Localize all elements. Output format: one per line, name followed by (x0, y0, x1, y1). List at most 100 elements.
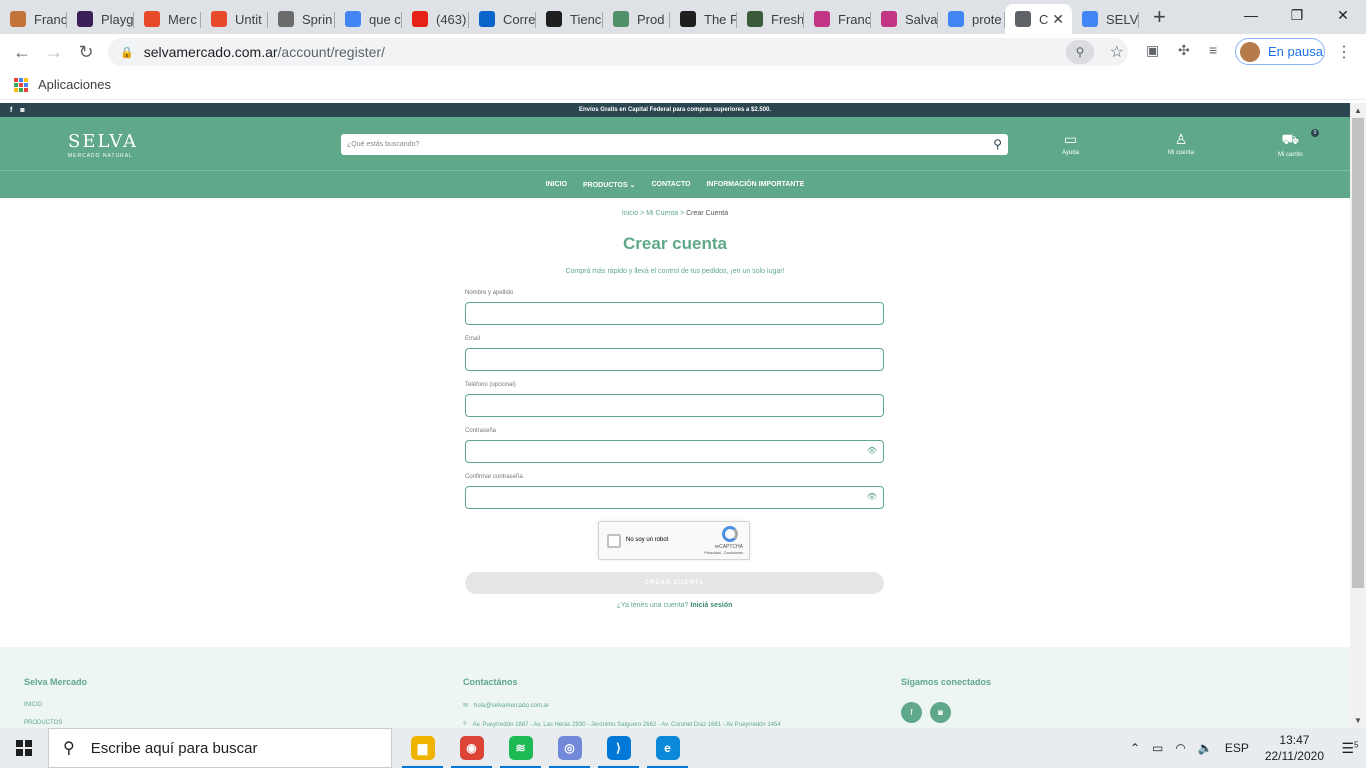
field-label: Contraseña (465, 428, 497, 434)
browser-tab[interactable]: Sprin (268, 4, 335, 34)
recaptcha-terms[interactable]: Privacidad - Condiciones (704, 551, 743, 555)
facebook-icon[interactable]: f (10, 107, 12, 114)
account-link[interactable]: ♙ Mi cuenta (1168, 131, 1194, 156)
tab-label: Salva (905, 11, 938, 27)
browser-tab[interactable]: Playg (67, 4, 134, 34)
scroll-up-icon[interactable]: ▲ (1354, 106, 1362, 115)
instagram-icon[interactable]: ◙ (20, 107, 24, 114)
close-tab-icon[interactable]: ✕ (1052, 11, 1064, 28)
promo-text: Envíos Gratis en Capital Federal para co… (578, 107, 772, 113)
profile-button[interactable]: En pausa (1235, 38, 1325, 65)
password-input[interactable]: 👁 (465, 440, 884, 463)
restore-icon[interactable]: ❐ (1274, 0, 1320, 30)
back-icon[interactable]: ← (6, 42, 38, 63)
cart-icon: ⛟ (1281, 131, 1300, 147)
media-queue-icon[interactable]: ≡ (1209, 42, 1217, 58)
browser-tab[interactable]: Salva (871, 4, 938, 34)
field-label: Confirmar contraseña (465, 474, 523, 480)
password-input[interactable]: 👁 (465, 486, 884, 509)
browser-tab[interactable]: Merc (134, 4, 201, 34)
battery-icon[interactable]: ▭ (1152, 741, 1163, 755)
footer-instagram-icon[interactable]: ◙ (930, 702, 951, 723)
footer-link-inicio[interactable]: INICIO (24, 702, 87, 708)
extension-icon[interactable]: ▣ (1146, 42, 1159, 59)
browser-tab[interactable]: C ✕ (1005, 4, 1072, 34)
breadcrumb-separator: > (640, 210, 645, 217)
start-button[interactable] (0, 728, 48, 768)
close-window-icon[interactable]: ✕ (1320, 0, 1366, 30)
nav-productos[interactable]: PRODUCTOS ⌄ (583, 181, 635, 189)
nav-inicio[interactable]: INICIO (546, 181, 567, 188)
recaptcha-checkbox[interactable] (607, 534, 621, 548)
taskbar-app[interactable]: ▆ (398, 728, 447, 768)
browser-tab[interactable]: Corre (469, 4, 536, 34)
browser-menu-icon[interactable]: ⋮ (1336, 42, 1352, 62)
browser-tab[interactable]: SELV (1072, 4, 1139, 34)
text-input[interactable] (465, 302, 884, 325)
search-input[interactable]: ¿Qué estás buscando? ⚲ (341, 134, 1008, 155)
browser-tab[interactable]: Untit (201, 4, 268, 34)
search-icon[interactable]: ⚲ (993, 137, 1002, 151)
browser-tab[interactable]: que c (335, 4, 402, 34)
site-logo[interactable]: SELVA MERCADO NATURAL (68, 131, 138, 159)
taskbar-app[interactable]: ◎ (545, 728, 594, 768)
login-prompt: ¿Ya tenés una cuenta? Iniciá sesión (465, 602, 884, 609)
taskbar-app[interactable]: ◉ (447, 728, 496, 768)
notifications-icon[interactable]: ☰5 (1334, 740, 1366, 757)
breadcrumb-account[interactable]: Mi Cuenta (646, 210, 678, 217)
browser-tab[interactable]: Fresh (737, 4, 804, 34)
puzzle-icon[interactable]: ✣ (1178, 42, 1190, 59)
globe-icon (1015, 11, 1031, 27)
footer-email[interactable]: ✉ hola@selvamercado.com.ar (463, 702, 781, 710)
chevron-up-icon[interactable]: ⌃ (1130, 741, 1140, 755)
apps-grid-icon[interactable] (14, 77, 28, 92)
language-indicator[interactable]: ESP (1225, 741, 1249, 755)
page-scrollbar[interactable]: ▲ ▼ (1350, 103, 1366, 728)
forward-icon[interactable]: → (38, 42, 70, 63)
breadcrumb-home[interactable]: Inicio (622, 210, 638, 217)
footer-facebook-icon[interactable]: f (901, 702, 922, 723)
browser-tab[interactable]: Franc (0, 4, 67, 34)
product-icon (613, 11, 629, 27)
volume-icon[interactable]: 🔈 (1198, 741, 1213, 755)
login-prompt-text: ¿Ya tenés una cuenta? (616, 602, 689, 609)
taskbar-app[interactable]: ⟩ (594, 728, 643, 768)
chat-icon: ▭ (1063, 131, 1078, 147)
bookmark-apps[interactable]: Aplicaciones (38, 77, 111, 92)
bookmark-star-icon[interactable]: ☆ (1110, 42, 1124, 62)
minimize-icon[interactable]: — (1228, 0, 1274, 30)
url-bar[interactable]: 🔒 selvamercado.com.ar/account/register/ … (108, 38, 1128, 66)
eye-slash-icon[interactable]: 👁 (867, 446, 877, 455)
tab-label: Prod (637, 11, 665, 27)
create-account-button[interactable]: CREAR CUENTA (465, 572, 884, 594)
footer-link-productos[interactable]: PRODUCTOS (24, 720, 87, 726)
profile-label: En pausa (1268, 44, 1323, 59)
taskbar-app[interactable]: e (643, 728, 692, 768)
nav-informacion[interactable]: INFORMACIÓN IMPORTANTE (706, 181, 804, 188)
browser-tab[interactable]: Tienc (536, 4, 603, 34)
scroll-down-icon[interactable]: ▼ (1354, 716, 1362, 725)
browser-tab[interactable]: The F (670, 4, 737, 34)
form-field: Confirmar contraseña 👁 (465, 474, 884, 509)
cart-link[interactable]: ⛟ Mi carrito (1278, 131, 1303, 158)
login-link[interactable]: Iniciá sesión (690, 602, 732, 609)
scrollbar-thumb[interactable] (1352, 118, 1364, 588)
new-tab-button[interactable]: + (1153, 4, 1166, 30)
text-input[interactable] (465, 348, 884, 371)
eye-slash-icon[interactable]: 👁 (867, 492, 877, 501)
browser-tab[interactable]: (463) (402, 4, 469, 34)
browser-tab[interactable]: Franc (804, 4, 871, 34)
help-link[interactable]: ▭ Ayuda (1062, 131, 1079, 156)
page-subtitle: Comprá más rápido y llevá el control de … (565, 268, 785, 275)
browser-tab[interactable]: Prod (603, 4, 670, 34)
text-input[interactable] (465, 394, 884, 417)
browser-tab[interactable]: prote (938, 4, 1005, 34)
reload-icon[interactable]: ↻ (70, 42, 102, 63)
wifi-icon[interactable]: ◠ (1175, 741, 1185, 755)
nav-contacto[interactable]: CONTACTO (651, 181, 690, 188)
taskbar-app[interactable]: ≋ (496, 728, 545, 768)
taskbar-search[interactable]: ⚲ Escribe aquí para buscar (48, 728, 392, 768)
zoom-icon[interactable]: ⚲ (1066, 40, 1094, 64)
clock[interactable]: 13:47 22/11/2020 (1265, 732, 1324, 764)
google-icon (345, 11, 361, 27)
